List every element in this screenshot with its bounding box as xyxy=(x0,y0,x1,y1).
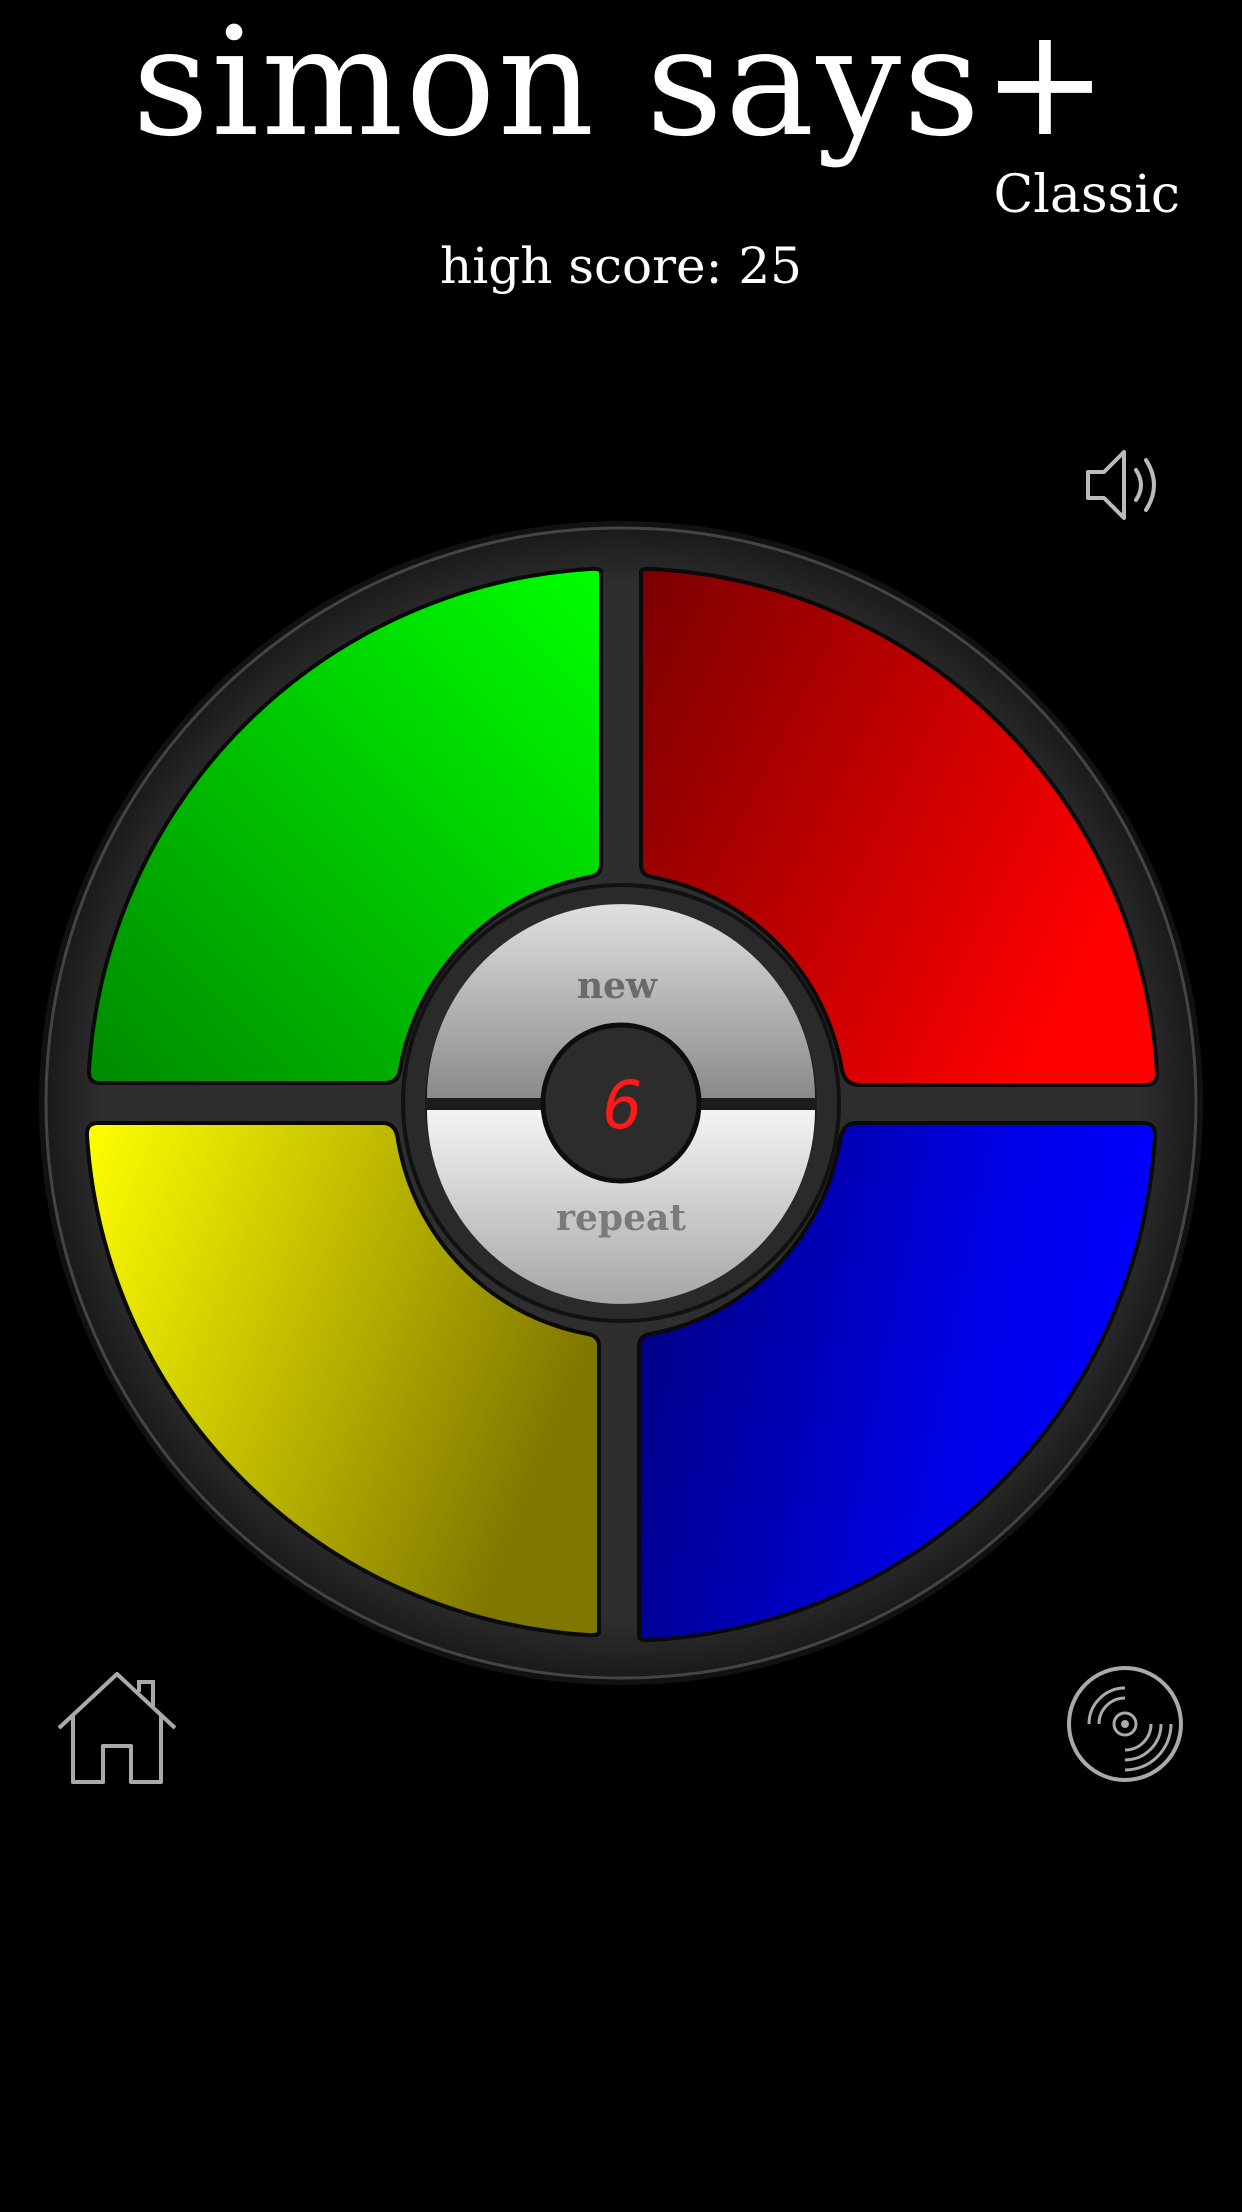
home-icon xyxy=(57,1672,177,1784)
repeat-button-label: repeat xyxy=(556,1197,686,1239)
home-button[interactable] xyxy=(55,1670,180,1785)
music-button[interactable] xyxy=(1065,1664,1185,1784)
game-board: new repeat 6 xyxy=(0,0,1242,2208)
disc-icon xyxy=(1067,1666,1183,1782)
round-counter: 6 xyxy=(603,1067,643,1144)
new-button-label: new xyxy=(577,965,658,1007)
